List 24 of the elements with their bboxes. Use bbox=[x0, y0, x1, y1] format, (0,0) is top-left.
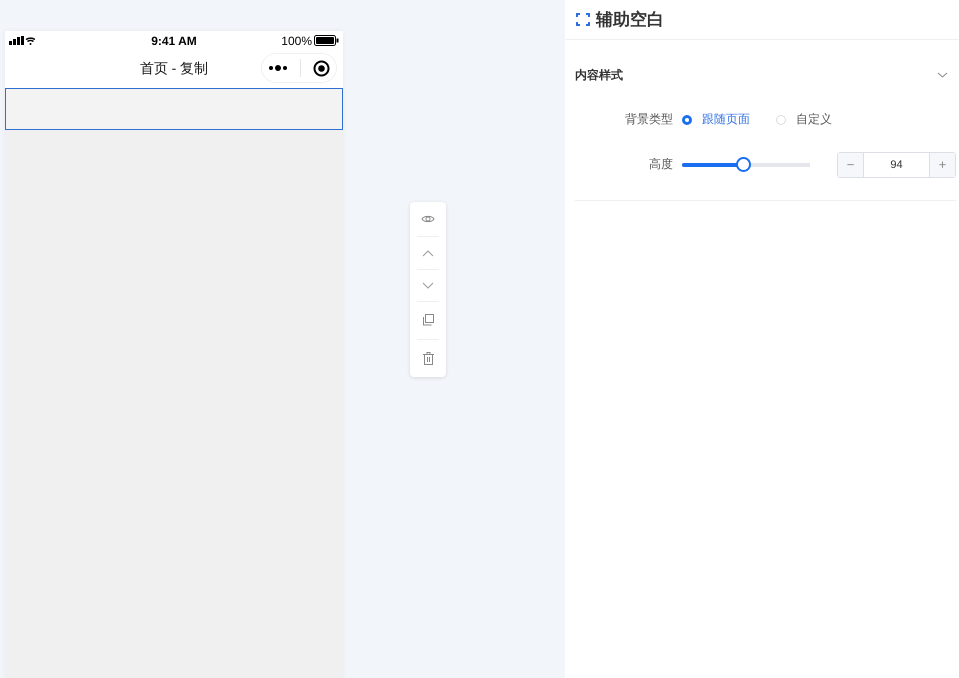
battery-icon bbox=[314, 35, 339, 46]
radio-option[interactable]: 跟随页面 bbox=[682, 111, 750, 128]
down-icon[interactable] bbox=[422, 282, 434, 289]
blank-block[interactable] bbox=[5, 88, 343, 130]
chevron-icon[interactable] bbox=[937, 72, 948, 78]
battery-percent: 100% bbox=[281, 34, 312, 48]
page-title: 首页 - 复制 bbox=[140, 60, 208, 78]
panel-title: 辅助空白 bbox=[596, 9, 664, 31]
radio-option[interactable]: 自定义 bbox=[776, 111, 832, 128]
blank-space-icon bbox=[576, 13, 590, 26]
more-icon[interactable] bbox=[268, 65, 288, 71]
signal-icon bbox=[9, 36, 35, 45]
increment-button[interactable]: + bbox=[930, 152, 955, 176]
field-label: 高度 bbox=[648, 156, 673, 173]
eye-icon[interactable] bbox=[421, 214, 435, 224]
field-label: 背景类型 bbox=[624, 111, 673, 128]
section-title: 内容样式 bbox=[575, 66, 623, 84]
close-icon[interactable] bbox=[313, 60, 330, 76]
status-time: 9:41 AM bbox=[150, 34, 198, 48]
copy-icon[interactable] bbox=[422, 314, 434, 326]
capsule-menu[interactable] bbox=[261, 53, 337, 83]
up-icon[interactable] bbox=[422, 250, 434, 257]
decrement-button[interactable]: − bbox=[838, 152, 863, 176]
trash-icon[interactable] bbox=[422, 352, 434, 365]
